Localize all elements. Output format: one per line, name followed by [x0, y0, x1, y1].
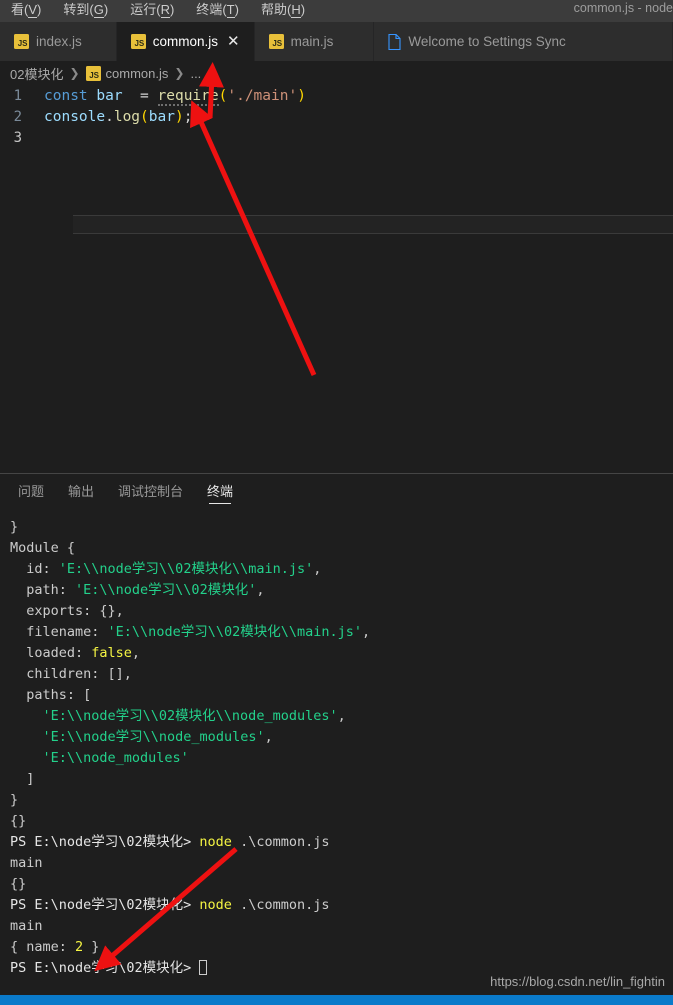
menu-item-view-label: 看 — [11, 1, 25, 17]
terminal-line: 'E:\\node学习\\02模块化\\node_modules', — [42, 708, 346, 724]
menu-item-view-accel: V — [28, 1, 38, 18]
menu-item-goto-label: 转到 — [63, 1, 90, 17]
panel-tab-problems-label: 问题 — [18, 484, 45, 499]
code-editor[interactable]: 1 const bar = require('./main') 2 console.l… — [0, 85, 673, 473]
window-title: common.js - node — [573, 1, 673, 15]
tab-index-js-label: index.js — [36, 34, 82, 49]
terminal-line: id: 'E:\\node学习\\02模块化\\main.js', — [10, 561, 322, 577]
code-line[interactable]: 3 — [0, 127, 673, 148]
terminal-line: {} — [10, 876, 27, 892]
menu-item-help[interactable]: 帮助(H) — [250, 0, 316, 21]
menu-item-goto[interactable]: 转到(G) — [52, 0, 119, 21]
breadcrumb-trailing-label: ... — [190, 65, 202, 81]
menu-item-goto-accel: G — [93, 1, 104, 18]
menu-item-terminal[interactable]: 终端(T) — [185, 0, 250, 21]
inline-suggest-widget — [73, 215, 673, 234]
terminal-line: } — [10, 519, 19, 535]
code-line-list: 1 const bar = require('./main') 2 console.l… — [0, 85, 673, 148]
generic-file-icon — [388, 33, 401, 50]
menu-item-run-accel: R — [160, 1, 170, 18]
terminal-line: Module { — [10, 540, 76, 556]
terminal-line: ] — [10, 771, 35, 787]
tab-index-js[interactable]: JS index.js — [0, 22, 117, 61]
terminal-line: exports: {}, — [10, 603, 124, 619]
panel-tab-bar: 问题 输出 调试控制台 终端 — [0, 474, 673, 509]
menu-item-help-label: 帮助 — [260, 1, 287, 17]
menu-item-terminal-accel: T — [226, 1, 235, 18]
terminal-line: main — [10, 918, 43, 934]
breadcrumb-folder-label: 02模块化 — [10, 66, 64, 82]
terminal-line: PS E:\node学习\02模块化> node .\common.js — [10, 834, 330, 850]
menu-item-terminal-label: 终端 — [196, 1, 223, 17]
terminal-output[interactable]: } Module { id: 'E:\\node学习\\02模块化\\main.j… — [0, 509, 673, 998]
menu-item-help-accel: H — [291, 1, 301, 18]
code-text: console.log(bar); — [44, 108, 193, 125]
watermark-text: https://blog.csdn.net/lin_fightin — [490, 974, 665, 989]
status-bar[interactable] — [0, 995, 673, 1005]
code-text: const bar = require('./main') — [44, 87, 306, 106]
terminal-line: loaded: false, — [10, 645, 141, 661]
menu-item-list: 看(V) 转到(G) 运行(R) 终端(T) 帮助(H) — [0, 0, 316, 21]
panel-tab-debug-console[interactable]: 调试控制台 — [118, 474, 183, 509]
tab-main-js[interactable]: JS main.js — [254, 22, 375, 61]
terminal-line: main — [10, 855, 43, 871]
terminal-line: path: 'E:\\node学习\\02模块化', — [10, 582, 265, 598]
js-file-icon: JS — [85, 65, 101, 81]
chevron-right-icon: ❯ — [174, 66, 185, 80]
breadcrumb-file-label: common.js — [105, 65, 169, 81]
tab-welcome-settings-sync-label: Welcome to Settings Sync — [408, 34, 566, 49]
panel-tab-terminal-label: 终端 — [207, 484, 234, 499]
terminal-line: { name: 2 } — [10, 939, 100, 955]
menu-item-view[interactable]: 看(V) — [0, 0, 52, 21]
terminal-line: children: [], — [10, 666, 132, 682]
breadcrumb-trailing[interactable]: ... — [190, 66, 201, 81]
menu-item-run-label: 运行 — [130, 1, 157, 17]
tab-welcome-settings-sync[interactable]: Welcome to Settings Sync — [374, 22, 673, 61]
line-number: 1 — [13, 87, 22, 104]
breadcrumb-file[interactable]: JS common.js — [85, 65, 169, 81]
line-number: 3 — [13, 129, 22, 146]
close-icon[interactable]: ✕ — [227, 34, 240, 49]
panel-tab-debug-console-label: 调试控制台 — [118, 484, 184, 499]
panel-tab-output[interactable]: 输出 — [68, 474, 94, 509]
editor-tab-bar: JS index.js JS common.js ✕ JS main.js We… — [0, 22, 673, 61]
tab-main-js-label: main.js — [290, 34, 334, 49]
js-file-icon: JS — [14, 34, 29, 49]
terminal-line: {} — [10, 813, 27, 829]
terminal-line: paths: [ — [10, 687, 92, 703]
js-file-icon: JS — [130, 34, 146, 49]
code-line[interactable]: 1 const bar = require('./main') — [0, 85, 673, 106]
breadcrumb-folder[interactable]: 02模块化 — [10, 64, 63, 83]
line-number: 2 — [13, 108, 22, 125]
panel-tab-terminal[interactable]: 终端 — [207, 474, 233, 509]
terminal-line: } — [10, 792, 19, 808]
breadcrumb: 02模块化 ❯ JS common.js ❯ ... — [0, 61, 673, 85]
panel-tab-output-label: 输出 — [68, 484, 95, 499]
terminal-line: 'E:\\node_modules' — [42, 750, 189, 766]
terminal-line: 'E:\\node学习\\node_modules', — [42, 729, 273, 745]
terminal-line: PS E:\node学习\02模块化> node .\common.js — [10, 897, 330, 913]
terminal-cursor — [199, 960, 208, 975]
bottom-panel: 问题 输出 调试控制台 终端 } Module { id: 'E:\\node学习… — [0, 473, 673, 997]
js-file-icon: JS — [268, 34, 284, 49]
tab-common-js[interactable]: JS common.js ✕ — [116, 22, 255, 61]
tab-common-js-label: common.js — [152, 34, 219, 49]
menu-item-run[interactable]: 运行(R) — [119, 0, 185, 21]
chevron-right-icon: ❯ — [69, 66, 80, 80]
code-line[interactable]: 2 console.log(bar); — [0, 106, 673, 127]
terminal-line: filename: 'E:\\node学习\\02模块化\\main.js', — [10, 624, 371, 640]
panel-tab-problems[interactable]: 问题 — [18, 474, 44, 509]
menu-bar: 看(V) 转到(G) 运行(R) 终端(T) 帮助(H) common.js -… — [0, 0, 673, 22]
